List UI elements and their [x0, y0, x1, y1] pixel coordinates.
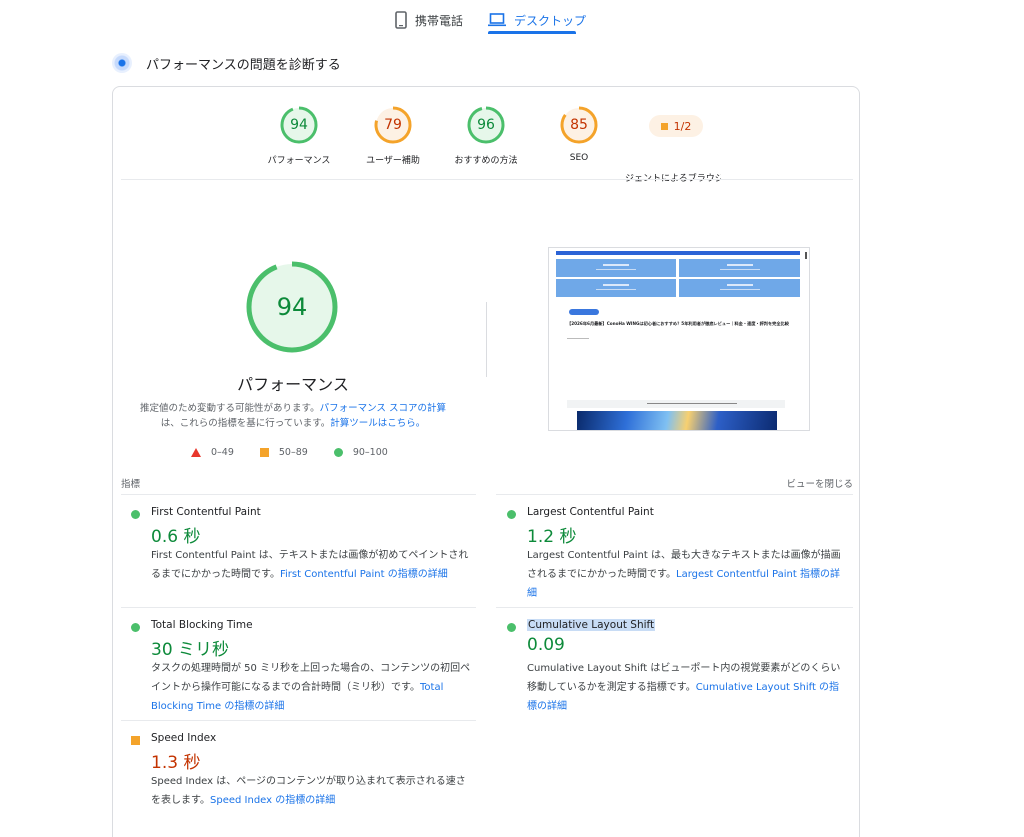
screenshot-scroll-icon	[805, 252, 807, 259]
screenshot-headline: 【2026年6月最新】ConoHa WINGは初心者におすすめ？5年利用者が徹底…	[567, 321, 789, 326]
legend-label: 90–100	[352, 447, 388, 458]
gauge-label: SEO	[569, 153, 589, 163]
tab-desktop-label: デスクトップ	[514, 13, 587, 28]
screenshot-nav-block	[556, 279, 676, 297]
screenshot-header-bar	[556, 251, 800, 255]
gauge-performance[interactable]: 94 パフォーマンス	[249, 105, 349, 166]
gauge-label: パフォーマンス	[267, 156, 331, 166]
metric-name: Total Blocking Time	[151, 619, 253, 631]
category-gauges: 94 パフォーマンス 79 ユーザー補助 96 おすすめの方法 85 SEO 1…	[113, 105, 859, 184]
calculator-link[interactable]: 計算ツールはこちら。	[330, 418, 425, 429]
divider	[121, 720, 476, 721]
gauge-seo[interactable]: 85 SEO	[529, 105, 629, 163]
good-circle-icon	[507, 623, 516, 632]
screenshot-date-line	[567, 338, 589, 339]
screenshot-nav-block	[679, 259, 800, 277]
gauge-score: 94	[290, 117, 308, 133]
square-icon	[259, 448, 269, 457]
metric-name: Largest Contentful Paint	[527, 506, 654, 518]
section-header: パフォーマンスの問題を診断する	[112, 53, 341, 73]
metric-value: 1.2 秒	[527, 527, 577, 547]
gauge-accessibility[interactable]: 79 ユーザー補助	[343, 105, 443, 166]
gauge-best-practices[interactable]: 96 おすすめの方法	[436, 105, 536, 166]
report-card: 94 パフォーマンス 79 ユーザー補助 96 おすすめの方法 85 SEO 1…	[112, 86, 860, 837]
screenshot-nav-block	[679, 279, 800, 297]
metric-learn-more-link[interactable]: Speed Index の指標の詳細	[210, 795, 335, 806]
performance-description: 推定値のため変動する可能性があります。パフォーマンス スコアの計算 は、これらの…	[133, 401, 453, 431]
metric-value: 30 ミリ秒	[151, 640, 230, 660]
score-legend: 0–49 50–89 90–100	[191, 447, 388, 458]
good-circle-icon	[131, 623, 140, 632]
circle-icon	[333, 448, 343, 457]
legend-label: 50–89	[278, 447, 308, 458]
gauge-label: ユーザー補助	[366, 156, 420, 166]
good-circle-icon	[131, 510, 140, 519]
metric-name: Speed Index	[151, 732, 217, 744]
pwa-label: ジェントによるブラウジ	[625, 174, 721, 184]
metric-value: 1.3 秒	[151, 753, 201, 773]
performance-gauge: 94	[244, 259, 340, 355]
gauge-label: おすすめの方法	[454, 156, 518, 166]
average-square-icon	[131, 736, 140, 745]
section-title: パフォーマンスの問題を診断する	[146, 57, 341, 73]
performance-score: 94	[276, 293, 308, 321]
metric-name: Cumulative Layout Shift	[527, 619, 656, 631]
metrics-label: 指標	[121, 479, 141, 490]
gauge-score: 79	[384, 117, 402, 133]
metric-learn-more-link[interactable]: First Contentful Paint の指標の詳細	[280, 569, 448, 580]
metric-description: Cumulative Layout Shift はビューポート内の視覚要素がどの…	[527, 659, 849, 716]
laptop-icon	[488, 13, 506, 27]
metric-value: 0.09	[527, 635, 565, 655]
desc-text: は、これらの指標を基に行っています。	[160, 418, 331, 429]
tab-mobile[interactable]: 携帯電話	[395, 6, 463, 34]
divider	[121, 607, 476, 608]
diagnose-icon	[112, 53, 132, 73]
metric-description: Speed Index は、ページのコンテンツが取り込まれて表示される速さを表し…	[151, 772, 473, 810]
metric-value: 0.6 秒	[151, 527, 201, 547]
metric-description: Largest Contentful Paint は、最も大きなテキストまたは画…	[527, 546, 849, 603]
performance-title: パフォーマンス	[237, 375, 349, 394]
divider	[121, 494, 476, 495]
legend-good: 90–100	[333, 447, 388, 458]
device-tabs: 携帯電話 デスクトップ	[0, 0, 1024, 36]
screenshot-hero-image	[577, 411, 777, 430]
vertical-divider	[486, 302, 487, 377]
average-square-icon	[660, 122, 668, 130]
divider	[496, 607, 853, 608]
good-circle-icon	[507, 510, 516, 519]
divider	[121, 179, 853, 180]
score-calculation-link[interactable]: パフォーマンス スコアの計算	[320, 403, 446, 414]
metric-description: タスクの処理時間が 50 ミリ秒を上回った場合の、コンテンツの初回ペイントから操…	[151, 659, 473, 716]
pwa-badge[interactable]: 1/2	[649, 115, 703, 137]
pwa-value: 1/2	[673, 119, 692, 133]
screenshot-nav-block	[556, 259, 676, 277]
desc-text: 推定値のため変動する可能性があります。	[140, 403, 320, 414]
phone-icon	[395, 11, 407, 29]
metric-description: First Contentful Paint は、テキストまたは画像が初めてペイ…	[151, 546, 473, 584]
legend-poor: 0–49	[191, 447, 234, 458]
page-screenshot: 【2026年6月最新】ConoHa WINGは初心者におすすめ？5年利用者が徹底…	[548, 247, 810, 431]
tab-mobile-label: 携帯電話	[415, 13, 464, 28]
collapse-view-toggle[interactable]: ビューを閉じる	[786, 476, 853, 490]
legend-average: 50–89	[259, 447, 308, 458]
gauge-score: 96	[477, 117, 495, 133]
screenshot-category-badge	[569, 309, 599, 315]
divider	[496, 494, 853, 495]
gauge-score: 85	[570, 117, 588, 133]
triangle-icon	[191, 448, 201, 457]
metric-name: First Contentful Paint	[151, 506, 261, 518]
legend-label: 0–49	[211, 447, 234, 458]
tab-desktop[interactable]: デスクトップ	[488, 6, 586, 34]
screenshot-notice-row	[567, 400, 785, 408]
metrics-header: 指標 ビューを閉じる	[121, 476, 853, 490]
tab-active-indicator	[488, 31, 576, 34]
